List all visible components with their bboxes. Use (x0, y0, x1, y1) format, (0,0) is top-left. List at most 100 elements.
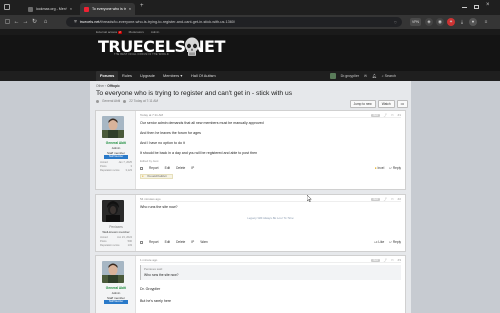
post-text: Who runs the site now? (140, 205, 178, 209)
bookmark-icon[interactable]: ▭ (391, 258, 394, 262)
nav-forums[interactable]: Forums (96, 71, 119, 81)
more-options-button[interactable]: ••• (396, 100, 408, 108)
browser-menu-icon[interactable]: ≡ (482, 18, 490, 26)
alerts-icon[interactable]: 🔔︎ (372, 74, 377, 78)
share-icon[interactable]: ⤴ (384, 113, 387, 117)
share-icon[interactable]: ⤴ (384, 258, 387, 262)
account-username[interactable]: Dr.groyplier (341, 74, 359, 78)
reply-button[interactable]: ↩ Reply (389, 166, 401, 170)
post-number[interactable]: #2 (398, 197, 401, 201)
reply-button[interactable]: ↩ Reply (389, 240, 401, 244)
delete-link[interactable]: Delete (176, 240, 185, 244)
extension-icon[interactable]: ◉ (436, 18, 444, 26)
select-checkbox[interactable] (140, 166, 143, 170)
report-link[interactable]: Report (149, 240, 159, 244)
nav-upgrade[interactable]: Upgrade (140, 71, 155, 81)
user-title: Staff member (107, 150, 125, 155)
edited-note: Edited by Aust (140, 159, 159, 163)
browser-tab-lookmax[interactable]: lookmax.org - Men's Self I... × (24, 3, 76, 15)
emoji-icon: ● (374, 166, 377, 170)
search-nav[interactable]: ⌕ Search (382, 74, 396, 78)
staff-member-banner: Staff Member (104, 300, 128, 304)
post-date[interactable]: Today at 7:11 AM (140, 113, 163, 117)
bookmark-icon[interactable]: ♡ (394, 20, 397, 25)
moderators-link[interactable]: Moderators (129, 30, 144, 34)
post-username[interactable]: Peniaxes (96, 225, 136, 229)
jump-to-new-button[interactable]: Jump to new (349, 100, 376, 108)
edit-link[interactable]: Edit (165, 240, 171, 244)
bookmark-icon[interactable]: ▭ (391, 197, 394, 201)
delete-link[interactable]: Delete (176, 166, 185, 170)
breadcrumb-offtopic[interactable]: Offtopic (107, 84, 120, 88)
forward-button[interactable]: → (21, 15, 30, 29)
maximize-window-icon[interactable] (474, 5, 479, 9)
post-body: 54 minutes ago NEW ⤴ ▭ #2 Who runs the s… (140, 195, 401, 251)
warn-link[interactable]: Warn (200, 240, 208, 244)
post-date[interactable]: 54 minutes ago (140, 197, 161, 201)
nav-members[interactable]: Members ▾ (163, 71, 182, 81)
inbox-icon[interactable]: ✉ (364, 74, 367, 78)
post-date[interactable]: 1 minute ago (140, 258, 157, 262)
address-bar[interactable]: ⛨ truecels.net /threads/to-everyone-who-… (66, 17, 402, 27)
avatar[interactable] (329, 73, 336, 79)
post-text: Our senior admin demands that all new me… (140, 121, 264, 125)
sidebar-icon[interactable]: ▢ (3, 15, 12, 29)
reactions-bar[interactable]: ● You and Kudzuri (140, 174, 173, 179)
url-path: /threads/to-everyone-who-is-trying-to-re… (99, 20, 235, 24)
download-icon[interactable]: ⤓ (458, 18, 466, 26)
avatar[interactable] (102, 200, 124, 222)
tab-title: To everyone who is trying... (92, 7, 126, 11)
user-stat: Posts 500 (100, 240, 132, 243)
bookmark-icon[interactable]: ▭ (391, 113, 394, 117)
extension-icon[interactable]: ◈ (425, 18, 433, 26)
ip-link[interactable]: IP (191, 166, 194, 170)
quote-text: Who runs the site now? (144, 273, 179, 277)
post-username[interactable]: General Abiti (96, 286, 136, 290)
back-button[interactable]: ← (12, 15, 21, 29)
reload-button[interactable]: ↻ (30, 15, 39, 29)
post-number[interactable]: #1 (398, 113, 401, 117)
browser-menu-icon[interactable] (4, 4, 10, 10)
forum-header: External access 2 Moderators Admin TRUECE… (0, 29, 500, 71)
external-access-link[interactable]: External access 2 (96, 30, 122, 34)
report-link[interactable]: Report (149, 166, 159, 170)
post-number[interactable]: #3 (398, 258, 401, 262)
browser-tab-truecels[interactable]: To everyone who is trying... × (80, 3, 135, 15)
breadcrumb-other[interactable]: Other (96, 84, 104, 88)
nav-hall-of-autism[interactable]: Hall Of Autism (191, 71, 216, 81)
thread-author[interactable]: General Abiti (102, 99, 120, 103)
new-tab-button[interactable]: + (140, 3, 144, 9)
like-button[interactable]: 👍︎ Like (374, 240, 384, 244)
select-checkbox[interactable] (140, 240, 143, 244)
home-icon[interactable]: ⌂ (41, 15, 50, 29)
user-stat: Joined Jan 7, 2025 (100, 161, 132, 164)
ip-link[interactable]: IP (191, 240, 194, 244)
tab-close-icon[interactable]: × (129, 7, 131, 11)
thread-meta: General Abiti 22 Today at 7:11 AM (96, 99, 158, 103)
extension-icon[interactable]: ✦ (447, 18, 455, 26)
profile-icon[interactable]: ● (469, 18, 477, 26)
quote-author[interactable]: Peniaxes said: (144, 267, 398, 271)
nav-rules[interactable]: Rules (122, 71, 132, 81)
share-icon[interactable]: ⤴ (384, 197, 387, 201)
page-title: To everyone who is trying to register an… (96, 90, 293, 97)
new-badge: NEW (371, 113, 380, 117)
user-panel: Peniaxes Well-known member Joined Jun 23,… (96, 195, 136, 251)
minimize-window-icon[interactable] (462, 7, 467, 8)
user-stat: Reputation score 133 (100, 244, 132, 247)
watch-button[interactable]: Watch (377, 100, 395, 108)
tab-title: lookmax.org - Men's Self I... (36, 7, 67, 11)
post-header: 54 minutes ago NEW ⤴ ▭ #2 (140, 197, 401, 202)
react-button[interactable]: ● Incel (375, 166, 385, 170)
post-username[interactable]: General Abiti (96, 141, 136, 145)
quote-block[interactable]: Peniaxes said: Who runs the site now? (140, 265, 401, 280)
edit-link[interactable]: Edit (165, 166, 171, 170)
account-nav: Dr.groyplier ✉ 🔔︎ ⌕ Search (329, 71, 500, 81)
avatar[interactable] (102, 261, 124, 283)
vpn-badge[interactable]: VPN (410, 18, 421, 26)
tab-close-icon[interactable]: × (70, 7, 72, 11)
close-window-icon[interactable]: × (486, 2, 490, 8)
post-text: It should be back in a day and you will … (140, 151, 258, 155)
admin-link[interactable]: Admin (151, 30, 160, 34)
avatar[interactable] (102, 116, 124, 138)
